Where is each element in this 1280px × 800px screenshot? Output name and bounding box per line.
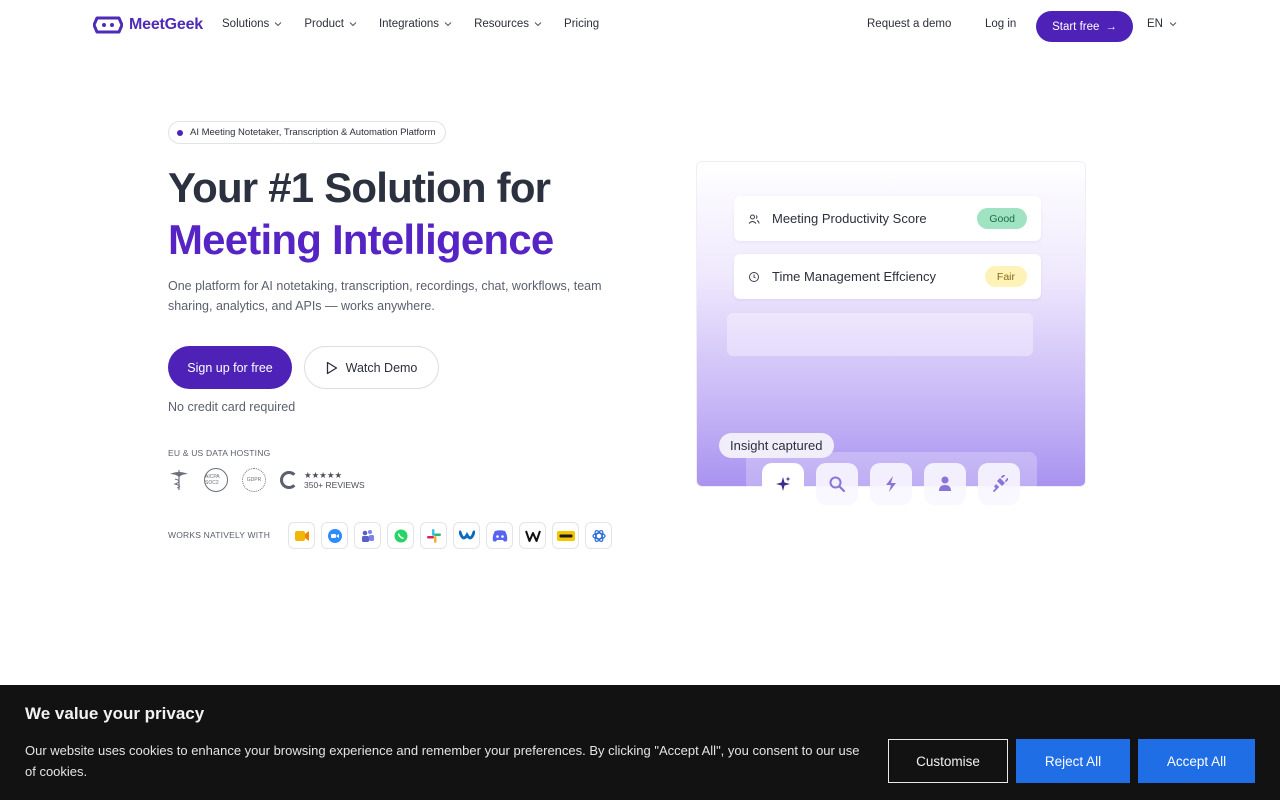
language-label: EN (1147, 18, 1163, 30)
status-badge: Good (977, 208, 1027, 229)
cookie-title: We value your privacy (25, 704, 205, 723)
reject-all-button[interactable]: Reject All (1016, 739, 1130, 783)
gdpr-text: GDPR (246, 477, 262, 483)
discord-icon[interactable] (486, 522, 513, 549)
chevron-down-icon (349, 22, 357, 27)
hero-subtitle: One platform for AI notetaking, transcri… (168, 279, 602, 313)
play-icon (326, 361, 337, 374)
wordpress-w-icon[interactable] (519, 522, 546, 549)
productivity-score-row: Meeting Productivity Score Good (734, 196, 1041, 241)
start-free-button[interactable]: Start free → (1036, 11, 1133, 42)
nav-menu: Solutions Product Integrations Resources… (222, 18, 621, 30)
customise-button[interactable]: Customise (888, 739, 1008, 783)
hosting-label: EU & US DATA HOSTING (168, 448, 271, 458)
chevron-down-icon (274, 22, 282, 27)
brand-logo[interactable]: MeetGeek (93, 15, 203, 35)
nav-item-resources[interactable]: Resources (474, 18, 542, 30)
time-management-row: Time Management Effciency Fair (734, 254, 1041, 299)
g2-logo-icon (280, 471, 298, 489)
google-meet-icon[interactable] (288, 522, 315, 549)
tool-plug-button[interactable] (978, 463, 1020, 505)
score-label: Time Management Effciency (772, 269, 937, 284)
nav-item-integrations[interactable]: Integrations (379, 18, 452, 30)
top-navigation: MeetGeek Solutions Product Integrations … (0, 0, 1280, 52)
tool-lightning-button[interactable] (870, 463, 912, 505)
sparkle-icon (776, 476, 791, 491)
search-icon (829, 476, 846, 493)
brand-name: MeetGeek (129, 16, 203, 33)
request-demo-link[interactable]: Request a demo (867, 18, 951, 30)
gdpr-stars-icon: GDPR (242, 468, 266, 492)
openai-icon[interactable] (585, 522, 612, 549)
nav-item-label: Integrations (378, 18, 440, 30)
hipaa-caduceus-icon (170, 470, 188, 490)
no-credit-card-note: No credit card required (168, 400, 296, 414)
nav-item-pricing[interactable]: Pricing (564, 18, 599, 30)
aicpa-soc2-icon: AICPA SOC2 (204, 468, 228, 492)
g2-stars: ★★★★★ (304, 470, 343, 480)
teams-icon[interactable] (354, 522, 381, 549)
accept-all-button[interactable]: Accept All (1138, 739, 1255, 783)
chevron-down-icon (1169, 22, 1177, 27)
tool-sparkle-button[interactable] (762, 463, 804, 505)
chevron-down-icon (534, 22, 542, 27)
badge-text: AI Meeting Notetaker, Transcription & Au… (190, 127, 436, 138)
whatsapp-icon[interactable] (387, 522, 414, 549)
hero-badge: AI Meeting Notetaker, Transcription & Au… (168, 121, 446, 144)
works-with-label: WORKS NATIVELY WITH (168, 530, 271, 540)
gotomeeting-icon[interactable] (552, 522, 579, 549)
nav-item-label: Product (304, 18, 344, 30)
cookie-text: Our website uses cookies to enhance your… (25, 743, 860, 779)
meetgeek-logo-icon (93, 16, 123, 34)
nav-item-label: Pricing (564, 18, 600, 30)
users-icon (748, 214, 760, 224)
lightning-icon (886, 476, 896, 492)
badge-dot-icon (177, 129, 183, 136)
score-label: Meeting Productivity Score (772, 211, 927, 226)
g2-review-count: 350+ REVIEWS (304, 480, 365, 490)
watch-demo-button[interactable]: Watch Demo (304, 346, 439, 389)
plug-icon (993, 475, 1008, 492)
slack-icon[interactable] (420, 522, 447, 549)
person-icon (939, 476, 951, 491)
hero-title-line2: Meeting Intelligence (168, 216, 554, 263)
tool-search-button[interactable] (816, 463, 858, 505)
nav-item-product[interactable]: Product (304, 18, 357, 30)
tool-person-button[interactable] (924, 463, 966, 505)
certifications: AICPA SOC2 GDPR ★★★★★ 350+ REVIEWS (168, 468, 365, 492)
watch-demo-label: Watch Demo (345, 360, 418, 375)
signup-button[interactable]: Sign up for free (168, 346, 292, 389)
insight-tooltip: Insight captured (719, 433, 834, 458)
hero-title: Your #1 Solution for Meeting Intelligenc… (168, 162, 554, 266)
language-selector[interactable]: EN (1147, 18, 1177, 30)
integration-apps (288, 522, 612, 549)
chevron-down-icon (444, 22, 452, 27)
webex-icon[interactable] (453, 522, 480, 549)
login-link[interactable]: Log in (985, 18, 1016, 30)
hero-title-line1: Your #1 Solution for (168, 164, 551, 211)
nav-item-label: Solutions (222, 18, 270, 30)
start-free-label: Start free (1052, 20, 1100, 33)
arrow-right-icon: → (1105, 20, 1117, 33)
nav-item-label: Resources (474, 18, 530, 30)
nav-item-solutions[interactable]: Solutions (222, 18, 282, 30)
zoom-icon[interactable] (321, 522, 348, 549)
clock-icon (749, 271, 759, 282)
aicpa-soc2-text: AICPA SOC2 (205, 474, 220, 486)
status-badge: Fair (984, 266, 1027, 287)
g2-reviews[interactable]: ★★★★★ 350+ REVIEWS (280, 470, 365, 490)
placeholder-row (727, 313, 1033, 356)
